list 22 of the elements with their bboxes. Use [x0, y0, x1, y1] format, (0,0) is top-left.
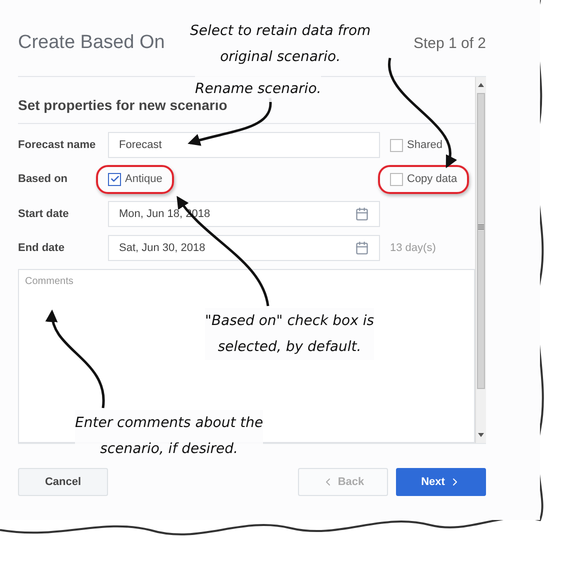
- field-label: End date: [18, 242, 66, 254]
- calendar-icon[interactable]: [355, 206, 369, 221]
- highlighted-checkbox[interactable]: Antique: [96, 164, 174, 194]
- field-label: Based on: [18, 173, 69, 186]
- check-icon: [110, 174, 120, 184]
- cancel-button[interactable]: Cancel: [18, 468, 108, 496]
- duration-text: 13 day(s): [390, 242, 436, 254]
- calendar-icon[interactable]: [355, 240, 369, 255]
- scroll-down-icon[interactable]: [477, 431, 485, 439]
- field-label: Forecast name: [18, 139, 97, 152]
- field-label: Start date: [18, 208, 70, 220]
- highlighted-checkbox[interactable]: Copy data: [378, 164, 470, 194]
- date-field[interactable]: Sat, Jun 30, 2018: [108, 234, 380, 261]
- grip-icon: [477, 223, 485, 231]
- next-button[interactable]: Next: [396, 468, 486, 496]
- step-indicator: Step 1 of 2: [413, 34, 486, 52]
- callout-text: Rename scenario.: [195, 76, 322, 102]
- name-field[interactable]: Forecast: [108, 132, 380, 158]
- scrollbar[interactable]: [475, 77, 486, 443]
- dialog-title: Create Based On: [18, 32, 165, 54]
- scroll-up-icon[interactable]: [477, 81, 485, 89]
- checkbox[interactable]: Shared: [382, 134, 450, 156]
